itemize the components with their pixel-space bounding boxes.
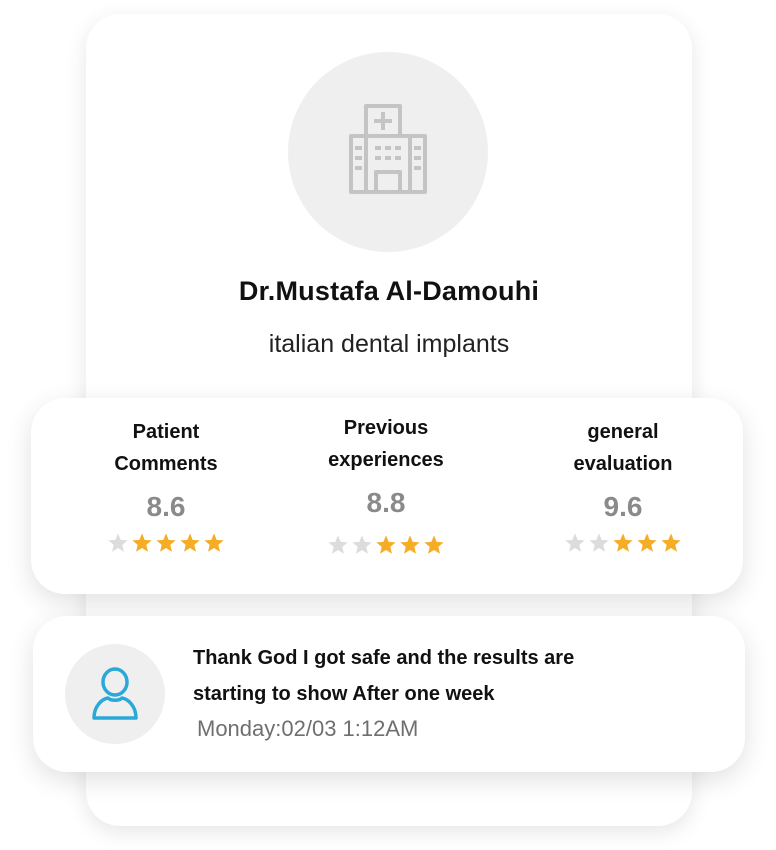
rating-score: 8.6 <box>146 491 186 522</box>
comment-line2: starting to show After one week <box>193 683 495 705</box>
rating-label: general evaluation <box>513 416 733 480</box>
star-empty-icon <box>328 535 348 554</box>
doctor-avatar <box>288 52 488 252</box>
commenter-avatar <box>65 644 165 744</box>
comment-card[interactable]: Thank God I got safe and the results are… <box>33 616 745 772</box>
star-filled-icon <box>156 533 176 552</box>
star-filled-icon <box>637 533 657 552</box>
star-empty-icon <box>589 533 609 552</box>
star-empty-icon <box>352 535 372 554</box>
comment-timestamp: Monday:02/03 1:12AM <box>197 716 419 741</box>
comment-line1: Thank God I got safe and the results are <box>193 647 575 669</box>
rating-label-line1: Patient <box>132 421 200 443</box>
star-filled-icon <box>132 533 152 552</box>
ratings-card: Patient Comments 8.6 Previous experience… <box>31 398 743 594</box>
rating-patient-comments: Patient Comments 8.6 <box>56 416 276 554</box>
rating-label: Patient Comments <box>56 416 276 480</box>
star-filled-icon <box>180 533 200 552</box>
star-filled-icon <box>376 535 396 554</box>
rating-label-line1: general <box>587 421 659 443</box>
rating-label-line1: Previous <box>343 417 429 439</box>
comment-text: Thank God I got safe and the results are… <box>193 640 673 712</box>
star-empty-icon <box>108 533 128 552</box>
star-filled-icon <box>400 535 420 554</box>
star-filled-icon <box>613 533 633 552</box>
rating-score: 8.8 <box>366 487 406 518</box>
rating-general-evaluation: general evaluation 9.6 <box>513 416 733 554</box>
doctor-name: Dr.Mustafa Al-Damouhi <box>238 276 540 306</box>
star-rating <box>513 532 733 554</box>
doctor-specialty: italian dental implants <box>268 330 510 358</box>
review-widget: Dr.Mustafa Al-Damouhi italian dental imp… <box>0 0 776 850</box>
rating-label: Previous experiences <box>276 412 496 476</box>
rating-label-line2: experiences <box>328 449 444 471</box>
star-filled-icon <box>424 535 444 554</box>
star-empty-icon <box>565 533 585 552</box>
rating-score: 9.6 <box>603 491 643 522</box>
rating-label-line2: evaluation <box>573 453 673 475</box>
star-filled-icon <box>204 533 224 552</box>
hospital-building-icon <box>349 104 427 194</box>
user-icon <box>92 667 138 720</box>
rating-previous-experiences: Previous experiences 8.8 <box>276 412 496 556</box>
rating-label-line2: Comments <box>114 453 218 475</box>
star-filled-icon <box>661 533 681 552</box>
star-rating <box>276 534 496 556</box>
star-rating <box>56 532 276 554</box>
